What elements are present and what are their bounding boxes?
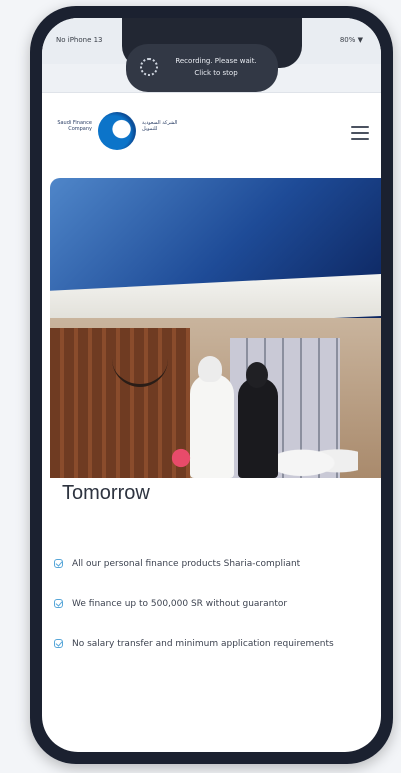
logo-icon[interactable]: [98, 112, 136, 150]
recording-icon: [140, 58, 158, 76]
check-icon: [54, 639, 63, 648]
hero-image: [50, 178, 381, 478]
hero-person-man-head: [198, 356, 222, 382]
site-header: Saudi Finance Company الشركة السعودية لل…: [42, 96, 381, 168]
feature-item: All our personal finance products Sharia…: [54, 552, 364, 576]
hero-flowers: [168, 440, 194, 470]
feature-text: We finance up to 500,000 SR without guar…: [72, 599, 288, 609]
logo-arabic-text: الشركة السعودية للتمويل: [142, 120, 178, 132]
phone-frame: No iPhone 13 80% ▼ Recording. Please wai…: [30, 6, 393, 764]
check-icon: [54, 599, 63, 608]
feature-item: We finance up to 500,000 SR without guar…: [54, 592, 364, 616]
recording-status-text: Recording. Please wait.: [175, 57, 257, 65]
phone-screen: No iPhone 13 80% ▼ Recording. Please wai…: [42, 18, 381, 752]
recording-stop-hint[interactable]: Click to stop: [166, 69, 266, 77]
carrier-label: No iPhone 13: [56, 36, 103, 44]
battery-indicator: 80% ▼: [339, 36, 363, 44]
hero-chairs: [278, 440, 358, 478]
hero-headline: Tomorrow: [62, 482, 150, 504]
check-icon: [54, 559, 63, 568]
recording-banner[interactable]: Recording. Please wait. Click to stop: [126, 44, 278, 92]
hero-person-man: [190, 374, 234, 478]
logo-english-text: Saudi Finance Company: [57, 120, 92, 132]
feature-item: No salary transfer and minimum applicati…: [54, 632, 364, 656]
menu-icon[interactable]: [351, 126, 369, 140]
feature-text: No salary transfer and minimum applicati…: [72, 639, 334, 649]
hero-person-woman: [238, 378, 278, 478]
hero-person-woman-head: [246, 362, 268, 388]
feature-text: All our personal finance products Sharia…: [72, 559, 301, 569]
feature-list: All our personal finance products Sharia…: [54, 552, 364, 672]
